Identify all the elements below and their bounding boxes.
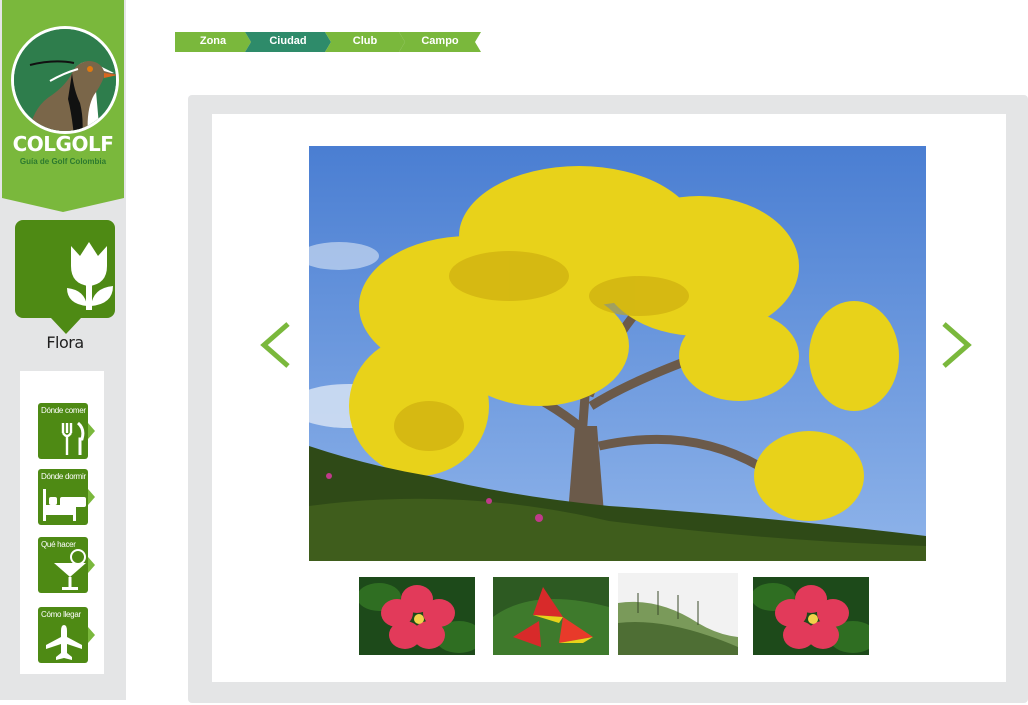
breadcrumb-label: Ciudad bbox=[269, 35, 307, 47]
thumbnail-3[interactable] bbox=[618, 573, 738, 655]
chevron-left-icon[interactable] bbox=[256, 320, 292, 370]
gallery-panel bbox=[188, 95, 1028, 703]
menu-item-label: Dónde dormir bbox=[41, 472, 86, 481]
section-title: Flora bbox=[46, 333, 84, 352]
menu-item-donde-dormir[interactable]: Dónde dormir bbox=[38, 469, 95, 525]
menu-item-que-hacer[interactable]: Qué hacer bbox=[38, 537, 95, 593]
menu-item-label: Dónde comer bbox=[41, 406, 86, 415]
menu-item-label: Cómo llegar bbox=[41, 610, 81, 619]
breadcrumb-ciudad[interactable]: Ciudad bbox=[245, 32, 331, 52]
brand-tagline: Guía de Golf Colombia bbox=[19, 157, 107, 166]
chevron-right-icon[interactable] bbox=[940, 320, 976, 370]
cocktail-icon bbox=[54, 549, 86, 590]
breadcrumb-label: Club bbox=[352, 35, 378, 47]
brand-name: COLGOLF bbox=[12, 132, 114, 156]
flora-section-badge[interactable] bbox=[15, 220, 115, 334]
breadcrumb-club[interactable]: Club bbox=[325, 32, 405, 52]
breadcrumb-label: Zona bbox=[199, 35, 227, 47]
lapwing-bird-icon bbox=[11, 26, 119, 134]
breadcrumb-campo[interactable]: Campo bbox=[399, 32, 481, 52]
menu-item-label: Qué hacer bbox=[41, 540, 76, 549]
fork-knife-icon bbox=[61, 421, 85, 455]
thumbnail-2[interactable] bbox=[493, 577, 609, 655]
breadcrumb: Zona Ciudad Club Campo bbox=[175, 32, 485, 52]
menu-item-como-llegar[interactable]: Cómo llegar bbox=[38, 607, 95, 663]
thumbnail-4[interactable] bbox=[753, 577, 869, 655]
tulip-icon bbox=[67, 242, 113, 310]
breadcrumb-label: Campo bbox=[421, 35, 459, 47]
airplane-icon bbox=[46, 625, 82, 660]
breadcrumb-zona[interactable]: Zona bbox=[175, 32, 251, 52]
gallery-frame bbox=[212, 114, 1006, 682]
main-photo bbox=[309, 146, 926, 561]
thumbnail-1[interactable] bbox=[359, 577, 475, 655]
brand-logo[interactable]: COLGOLF Guía de Golf Colombia bbox=[2, 0, 124, 212]
services-menu: Dónde comer Dónde dormir Qué hacer Cómo … bbox=[20, 371, 104, 674]
bed-icon bbox=[43, 489, 86, 521]
sidebar: COLGOLF Guía de Golf Colombia Flora Dónd… bbox=[0, 0, 126, 700]
menu-item-donde-comer[interactable]: Dónde comer bbox=[38, 403, 95, 459]
